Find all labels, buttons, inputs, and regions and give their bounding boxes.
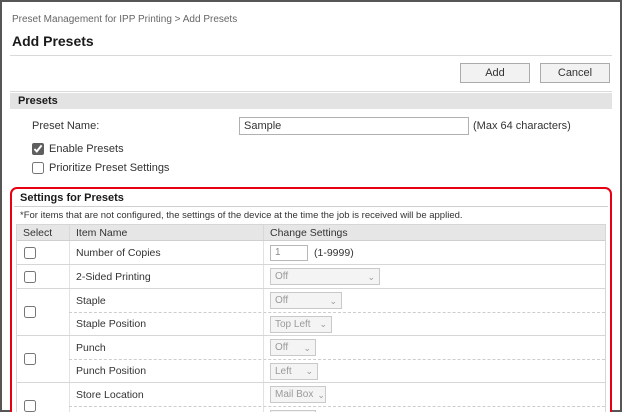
- toolbar: Add Cancel: [10, 56, 612, 92]
- prioritize-presets-label: Prioritize Preset Settings: [49, 162, 169, 174]
- column-header-change-settings: Change Settings: [263, 225, 605, 240]
- prioritize-presets-row: Prioritize Preset Settings: [32, 158, 610, 177]
- preset-name-input[interactable]: [239, 117, 469, 135]
- prioritize-preset-settings-checkbox[interactable]: [32, 162, 44, 174]
- enable-presets-checkbox[interactable]: [32, 143, 44, 155]
- select-punch-checkbox[interactable]: [24, 353, 36, 365]
- table-row: Staple Off ⌄ Staple Position Top L: [17, 289, 605, 336]
- punch-select[interactable]: Off ⌄: [270, 339, 316, 356]
- column-header-item-name: Item Name: [69, 225, 263, 240]
- column-header-select: Select: [17, 225, 69, 240]
- table-row: 2-Sided Printing Off ⌄: [17, 265, 605, 289]
- chevron-down-icon: ⌄: [367, 273, 375, 281]
- item-name: Punch: [69, 336, 263, 359]
- page-title: Add Presets: [10, 31, 612, 56]
- select-store-checkbox[interactable]: [24, 400, 36, 412]
- select-two-sided-checkbox[interactable]: [24, 271, 36, 283]
- item-name: 2-Sided Printing: [69, 265, 263, 288]
- settings-table: Select Item Name Change Settings Number …: [16, 224, 606, 412]
- item-name: Staple Position: [69, 313, 263, 335]
- item-name: Store Location: [69, 383, 263, 406]
- preset-name-label: Preset Name:: [32, 120, 239, 132]
- item-name: Staple: [69, 289, 263, 312]
- staple-select[interactable]: Off ⌄: [270, 292, 342, 309]
- item-name: Punch Position: [69, 360, 263, 382]
- copies-input[interactable]: [270, 245, 308, 261]
- store-location-select[interactable]: Mail Box ⌄: [270, 386, 326, 403]
- settings-highlight-box: Settings for Presets *For items that are…: [10, 187, 612, 412]
- page: Preset Management for IPP Printing > Add…: [0, 0, 622, 412]
- enable-presets-label: Enable Presets: [49, 143, 124, 155]
- cancel-button[interactable]: Cancel: [540, 63, 610, 83]
- settings-note: *For items that are not configured, the …: [14, 207, 608, 224]
- preset-name-note: (Max 64 characters): [473, 120, 571, 132]
- two-sided-select[interactable]: Off ⌄: [270, 268, 380, 285]
- punch-position-select[interactable]: Left ⌄: [270, 363, 318, 380]
- enable-presets-row: Enable Presets: [32, 139, 610, 158]
- select-staple-checkbox[interactable]: [24, 306, 36, 318]
- table-row: Punch Off ⌄ Punch Position Left: [17, 336, 605, 383]
- table-row: Store Location Mail Box ⌄ Box Number: [17, 383, 605, 412]
- preset-name-row: Preset Name: (Max 64 characters): [12, 113, 610, 139]
- staple-position-select[interactable]: Top Left ⌄: [270, 316, 332, 333]
- item-name: Number of Copies: [69, 241, 263, 264]
- copies-range-note: (1-9999): [314, 247, 354, 259]
- chevron-down-icon: ⌄: [305, 367, 313, 375]
- chevron-down-icon: ⌄: [319, 320, 327, 328]
- breadcrumb[interactable]: Preset Management for IPP Printing > Add…: [10, 10, 612, 31]
- settings-section-header: Settings for Presets: [14, 189, 608, 207]
- settings-table-header: Select Item Name Change Settings: [17, 225, 605, 241]
- chevron-down-icon: ⌄: [329, 297, 337, 305]
- presets-section-body: Preset Name: (Max 64 characters) Enable …: [10, 109, 612, 179]
- add-button[interactable]: Add: [460, 63, 530, 83]
- table-row: Number of Copies (1-9999): [17, 241, 605, 265]
- presets-section-header: Presets: [10, 93, 612, 109]
- chevron-down-icon: ⌄: [303, 344, 311, 352]
- select-copies-checkbox[interactable]: [24, 247, 36, 259]
- chevron-down-icon: ⌄: [317, 391, 325, 399]
- item-name: Box Number: [69, 407, 263, 412]
